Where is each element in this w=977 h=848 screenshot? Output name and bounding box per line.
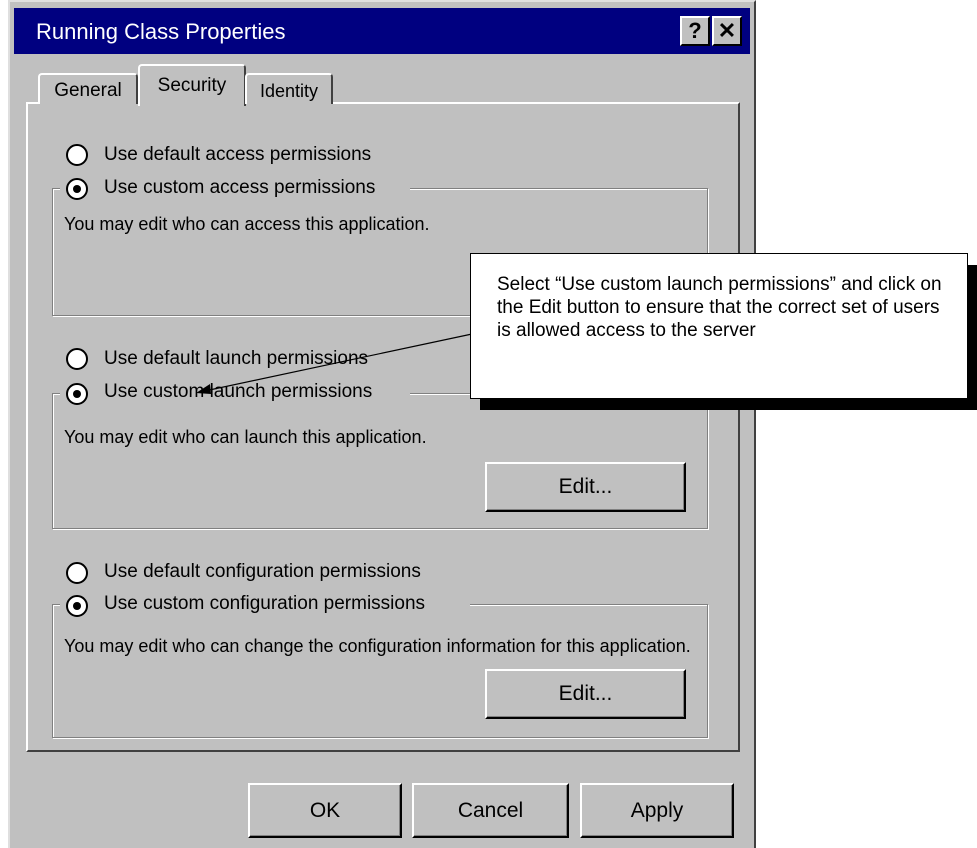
callout-shadow — [480, 399, 977, 410]
callout-pointer — [196, 333, 473, 394]
callout-text: Select “Use custom launch permissions” a… — [497, 274, 942, 341]
callout-shadow — [968, 265, 977, 407]
